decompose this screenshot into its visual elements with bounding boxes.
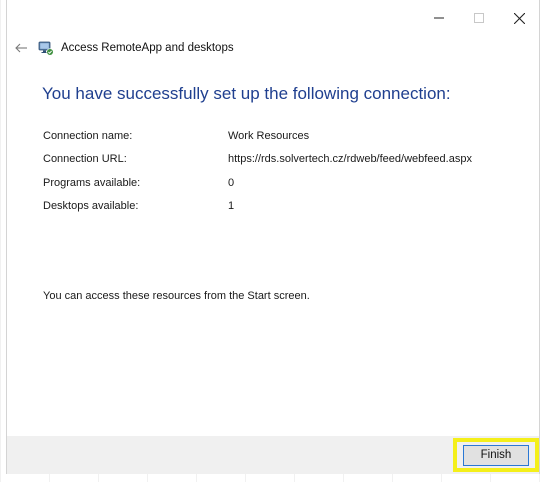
detail-label: Connection name: bbox=[43, 129, 133, 142]
detail-label: Connection URL: bbox=[43, 153, 127, 166]
detail-label: Programs available: bbox=[43, 176, 141, 189]
detail-row-connection-url: Connection URL: https://rds.solvertech.c… bbox=[43, 148, 472, 172]
minimize-icon[interactable] bbox=[419, 0, 459, 36]
detail-value: 0 bbox=[228, 176, 235, 189]
detail-row-desktops-available: Desktops available: 1 bbox=[43, 195, 472, 219]
back-arrow-icon[interactable] bbox=[7, 37, 35, 59]
remoteapp-icon bbox=[38, 40, 54, 56]
detail-row-connection-name: Connection name: Work Resources bbox=[43, 124, 472, 148]
detail-value: Work Resources bbox=[228, 129, 310, 142]
finish-button-highlight: Finish bbox=[453, 438, 539, 472]
detail-label: Desktops available: bbox=[43, 200, 139, 213]
wizard-header: Access RemoteApp and desktops bbox=[7, 36, 234, 60]
detail-row-programs-available: Programs available: 0 bbox=[43, 171, 472, 195]
maximize-icon[interactable] bbox=[459, 0, 499, 36]
page-heading: You have successfully set up the followi… bbox=[42, 84, 451, 103]
wizard-title: Access RemoteApp and desktops bbox=[61, 42, 234, 54]
connection-details: Connection name: Work Resources Connecti… bbox=[43, 124, 472, 218]
detail-value: https://rds.solvertech.cz/rdweb/feed/web… bbox=[228, 153, 472, 166]
wizard-window: Access RemoteApp and desktops You have s… bbox=[6, 0, 540, 474]
window-controls bbox=[419, 0, 539, 36]
start-screen-note: You can access these resources from the … bbox=[43, 290, 310, 302]
finish-button[interactable]: Finish bbox=[463, 444, 529, 466]
close-icon[interactable] bbox=[499, 0, 539, 36]
detail-value: 1 bbox=[228, 200, 235, 213]
wizard-footer: Finish bbox=[7, 436, 539, 474]
